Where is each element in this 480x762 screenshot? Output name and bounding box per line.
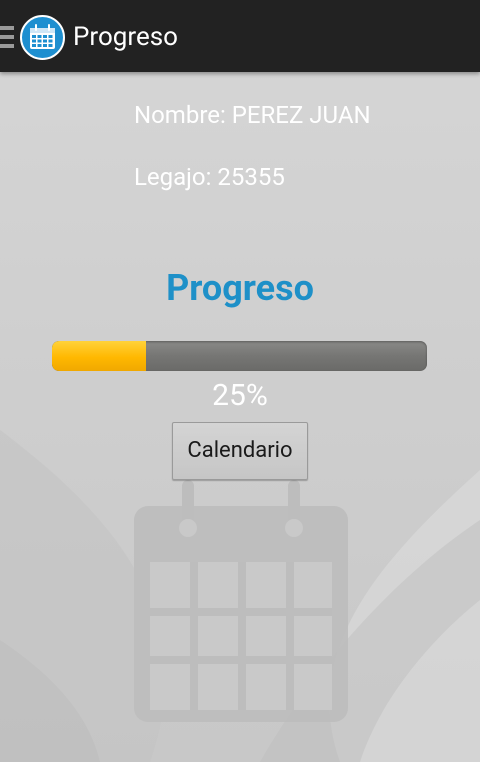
calendar-watermark-icon [134,480,348,722]
student-name-value: PEREZ JUAN [231,101,371,129]
student-legajo-value: 25355 [217,163,285,191]
progress-percent: 25% [212,378,268,413]
hamburger-menu-icon[interactable] [0,23,14,51]
calendar-button[interactable]: Calendario [172,422,308,480]
page-title: Progreso [73,22,178,52]
student-name-label: Nombre: [134,101,226,129]
calendar-app-icon[interactable] [20,15,65,60]
progress-bar [52,341,427,371]
student-name-row: Nombre: PEREZ JUAN [134,99,371,131]
progress-heading: Progreso [166,267,314,309]
action-bar: Progreso [0,0,480,72]
progress-bar-fill [52,341,146,371]
student-legajo-row: Legajo: 25355 [134,161,285,193]
student-legajo-label: Legajo: [134,163,212,191]
progress-screen: Progreso Nombre: PEREZ JUAN Legajo: 2535… [0,0,480,762]
